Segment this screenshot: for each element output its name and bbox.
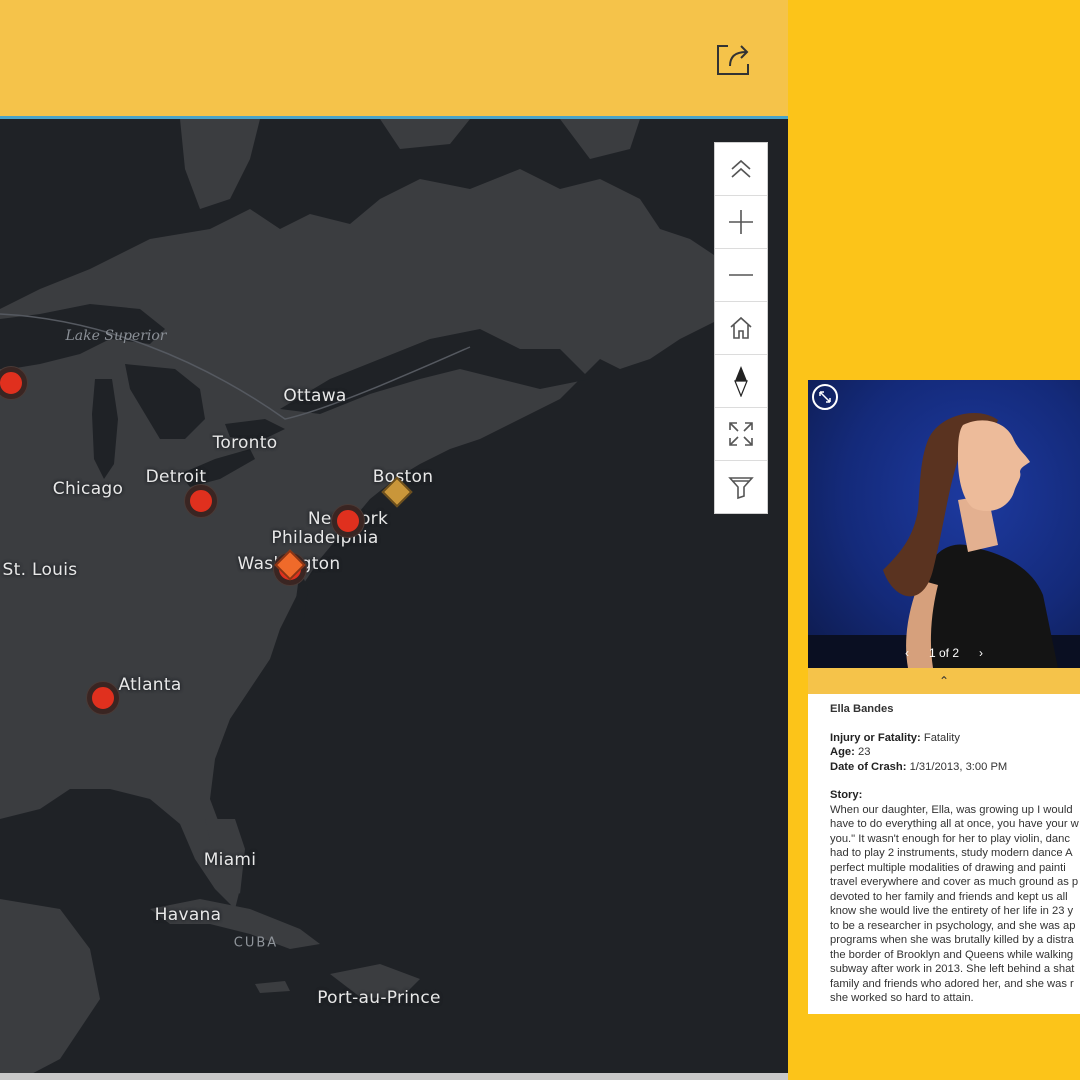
home-button[interactable]: [715, 302, 767, 355]
city-label-chicago: Chicago: [52, 479, 124, 499]
city-label-detroit: Detroit: [145, 467, 207, 487]
chevron-up-icon: ⌃: [938, 674, 950, 688]
city-label-ottawa: Ottawa: [283, 386, 347, 406]
image-pager: ‹ 1 of 2 ›: [808, 638, 1080, 668]
popup-content: Ella Bandes Injury or Fatality: Fatality…: [830, 702, 1080, 1006]
date-row: Date of Crash: 1/31/2013, 3:00 PM: [830, 760, 1008, 773]
map-view[interactable]: Lake Superior Ottawa Toronto Detroit Chi…: [0, 119, 788, 1080]
zoom-in-icon: [729, 210, 753, 234]
pager-label: 1 of 2: [928, 646, 960, 660]
zoom-out-button[interactable]: [715, 249, 767, 302]
lake-superior-label: Lake Superior: [65, 328, 167, 344]
share-icon: [717, 45, 749, 75]
expand-button[interactable]: [812, 384, 838, 410]
country-label-cuba: CUBA: [233, 935, 279, 951]
feature-popup: ‹ 1 of 2 › ⌃ Ella Bandes Injury or Fatal…: [808, 380, 1080, 1014]
basemap: [0, 119, 740, 1080]
injury-row: Injury or Fatality: Fatality: [830, 731, 960, 744]
app-header: [0, 0, 788, 119]
city-label-havana: Havana: [154, 905, 222, 925]
story-label: Story:: [830, 789, 863, 801]
filter-icon: [728, 477, 754, 500]
share-button[interactable]: [714, 38, 754, 78]
fullscreen-button[interactable]: [715, 408, 767, 461]
portrait-image: [808, 412, 1080, 668]
attribution-bar: [0, 1073, 788, 1080]
city-label-port-au: Port-au-Prince: [317, 988, 441, 1008]
home-icon: [730, 316, 752, 339]
city-label-st-louis: St. Louis: [2, 560, 78, 580]
city-label-atlanta: Atlanta: [118, 675, 182, 695]
city-label-miami: Miami: [203, 850, 257, 870]
collapse-toolbar-button[interactable]: [715, 143, 767, 196]
map-toolbar: [714, 142, 768, 514]
next-image-button[interactable]: ›: [979, 646, 983, 660]
collapse-up-icon: [731, 159, 751, 178]
compass-icon: [734, 366, 748, 397]
city-label-philadelphia: Philadelphia: [271, 528, 379, 548]
zoom-in-button[interactable]: [715, 196, 767, 249]
previous-image-button[interactable]: ‹: [905, 646, 909, 660]
compass-button[interactable]: [715, 355, 767, 408]
fatality-marker[interactable]: [185, 485, 217, 517]
fatality-marker[interactable]: [332, 505, 364, 537]
age-row: Age: 23: [830, 746, 871, 758]
zoom-out-icon: [729, 274, 753, 276]
victim-name: Ella Bandes: [830, 703, 894, 715]
expand-icon: [819, 391, 831, 403]
fullscreen-icon: [729, 422, 753, 446]
city-label-toronto: Toronto: [212, 433, 278, 453]
story-text: When our daughter, Ella, was growing up …: [830, 803, 1079, 1005]
popup-collapse-button[interactable]: ⌃: [808, 668, 1080, 694]
fatality-marker[interactable]: [87, 682, 119, 714]
filter-button[interactable]: [715, 461, 767, 513]
victim-photo: ‹ 1 of 2 ›: [808, 380, 1080, 668]
